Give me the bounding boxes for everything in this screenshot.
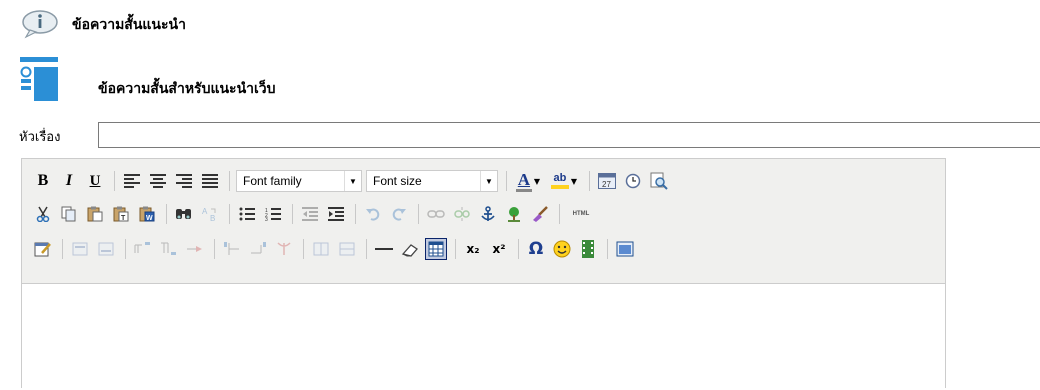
move-layer-icon[interactable] xyxy=(95,238,117,260)
table-delete-col-icon[interactable] xyxy=(273,238,295,260)
toolbar-separator xyxy=(455,239,456,259)
subscript-button[interactable]: x₂ xyxy=(462,238,484,260)
media-icon[interactable] xyxy=(577,238,599,260)
toolbar-separator xyxy=(559,204,560,224)
emotion-icon[interactable] xyxy=(551,238,573,260)
toolbar-separator xyxy=(366,239,367,259)
toolbar-separator xyxy=(114,171,115,191)
toolbar-row-editing: T W AB 123 HTML xyxy=(32,201,600,227)
svg-text:A: A xyxy=(202,207,208,216)
search-icon[interactable] xyxy=(173,203,195,225)
highlight-color-button[interactable]: ab ▼ xyxy=(547,170,581,192)
toolbar-separator xyxy=(62,239,63,259)
insert-layer-icon[interactable] xyxy=(69,238,91,260)
html-source-button[interactable]: HTML xyxy=(566,203,596,225)
toolbar-separator xyxy=(518,239,519,259)
toolbar-separator xyxy=(292,204,293,224)
subject-input[interactable] xyxy=(98,122,1040,148)
align-left-icon[interactable] xyxy=(121,170,143,192)
align-justify-icon[interactable] xyxy=(199,170,221,192)
horizontal-rule-icon[interactable] xyxy=(373,238,395,260)
fullscreen-icon[interactable] xyxy=(614,238,636,260)
insert-date-icon[interactable]: 27 xyxy=(596,170,618,192)
toolbar-separator xyxy=(214,239,215,259)
preview-icon[interactable] xyxy=(648,170,670,192)
table-row-before-icon[interactable] xyxy=(132,238,154,260)
page-title: ข้อความสั้นแนะนำ xyxy=(72,17,186,33)
font-size-label: Font size xyxy=(373,174,422,188)
svg-text:W: W xyxy=(146,215,153,222)
align-center-icon[interactable] xyxy=(147,170,169,192)
underline-button[interactable]: U xyxy=(84,170,106,192)
table-col-after-icon[interactable] xyxy=(247,238,269,260)
redo-icon[interactable] xyxy=(388,203,410,225)
paste-text-icon[interactable]: T xyxy=(110,203,132,225)
svg-text:27: 27 xyxy=(602,180,611,189)
outdent-icon[interactable] xyxy=(299,203,321,225)
svg-text:B: B xyxy=(210,214,215,222)
table-row-after-icon[interactable] xyxy=(158,238,180,260)
toolbar-separator xyxy=(418,204,419,224)
rich-text-editor: B I U Font family ▼ Font size ▼ A ▼ ab ▼… xyxy=(21,158,946,390)
paste-word-icon[interactable]: W xyxy=(136,203,158,225)
undo-icon[interactable] xyxy=(362,203,384,225)
bold-button[interactable]: B xyxy=(32,170,54,192)
insert-time-icon[interactable] xyxy=(622,170,644,192)
toolbar-separator xyxy=(125,239,126,259)
special-char-button[interactable]: Ω xyxy=(525,238,547,260)
editor-content-area[interactable] xyxy=(22,283,945,390)
table-delete-row-icon[interactable] xyxy=(184,238,206,260)
copy-icon[interactable] xyxy=(58,203,80,225)
link-icon[interactable] xyxy=(425,203,447,225)
edit-css-icon[interactable] xyxy=(32,238,54,260)
font-color-button[interactable]: A ▼ xyxy=(513,170,543,192)
toolbar-separator xyxy=(589,171,590,191)
split-cells-icon[interactable] xyxy=(310,238,332,260)
toolbar-separator xyxy=(229,204,230,224)
toolbar-separator xyxy=(303,239,304,259)
toolbar-row-formatting: B I U Font family ▼ Font size ▼ A ▼ ab ▼… xyxy=(32,168,674,194)
chevron-down-icon: ▼ xyxy=(570,176,578,186)
chevron-down-icon: ▼ xyxy=(480,171,497,191)
svg-text:T: T xyxy=(121,215,126,222)
remove-format-icon[interactable] xyxy=(399,238,421,260)
toolbar-separator xyxy=(355,204,356,224)
font-size-select[interactable]: Font size ▼ xyxy=(366,170,498,192)
chevron-down-icon: ▼ xyxy=(344,171,361,191)
toolbar-row-insert: x₂ x² Ω xyxy=(32,236,640,262)
chevron-down-icon: ▼ xyxy=(533,176,541,186)
italic-button[interactable]: I xyxy=(58,170,80,192)
image-icon[interactable] xyxy=(503,203,525,225)
font-family-label: Font family xyxy=(243,174,302,188)
toolbar-separator xyxy=(506,171,507,191)
numbered-list-icon[interactable]: 123 xyxy=(262,203,284,225)
cut-icon[interactable] xyxy=(32,203,54,225)
bullet-list-icon[interactable] xyxy=(236,203,258,225)
svg-text:3: 3 xyxy=(265,217,268,221)
align-right-icon[interactable] xyxy=(173,170,195,192)
table-col-before-icon[interactable] xyxy=(221,238,243,260)
layout-icon xyxy=(20,57,58,101)
table-icon[interactable] xyxy=(425,238,447,260)
font-color-glyph: A xyxy=(517,169,531,189)
font-family-select[interactable]: Font family ▼ xyxy=(236,170,362,192)
info-icon xyxy=(20,9,60,39)
highlight-glyph: ab xyxy=(553,172,567,184)
toolbar-separator xyxy=(166,204,167,224)
subject-label: หัวเรื่อง xyxy=(19,130,61,145)
html-label: HTML xyxy=(572,211,590,217)
merge-cells-icon[interactable] xyxy=(336,238,358,260)
superscript-button[interactable]: x² xyxy=(488,238,510,260)
paste-icon[interactable] xyxy=(84,203,106,225)
cleanup-icon[interactable] xyxy=(529,203,551,225)
toolbar-separator xyxy=(607,239,608,259)
anchor-icon[interactable] xyxy=(477,203,499,225)
replace-icon[interactable]: AB xyxy=(199,203,221,225)
section-subtitle: ข้อความสั้นสำหรับแนะนำเว็บ xyxy=(98,81,276,97)
toolbar-separator xyxy=(229,171,230,191)
indent-icon[interactable] xyxy=(325,203,347,225)
unlink-icon[interactable] xyxy=(451,203,473,225)
